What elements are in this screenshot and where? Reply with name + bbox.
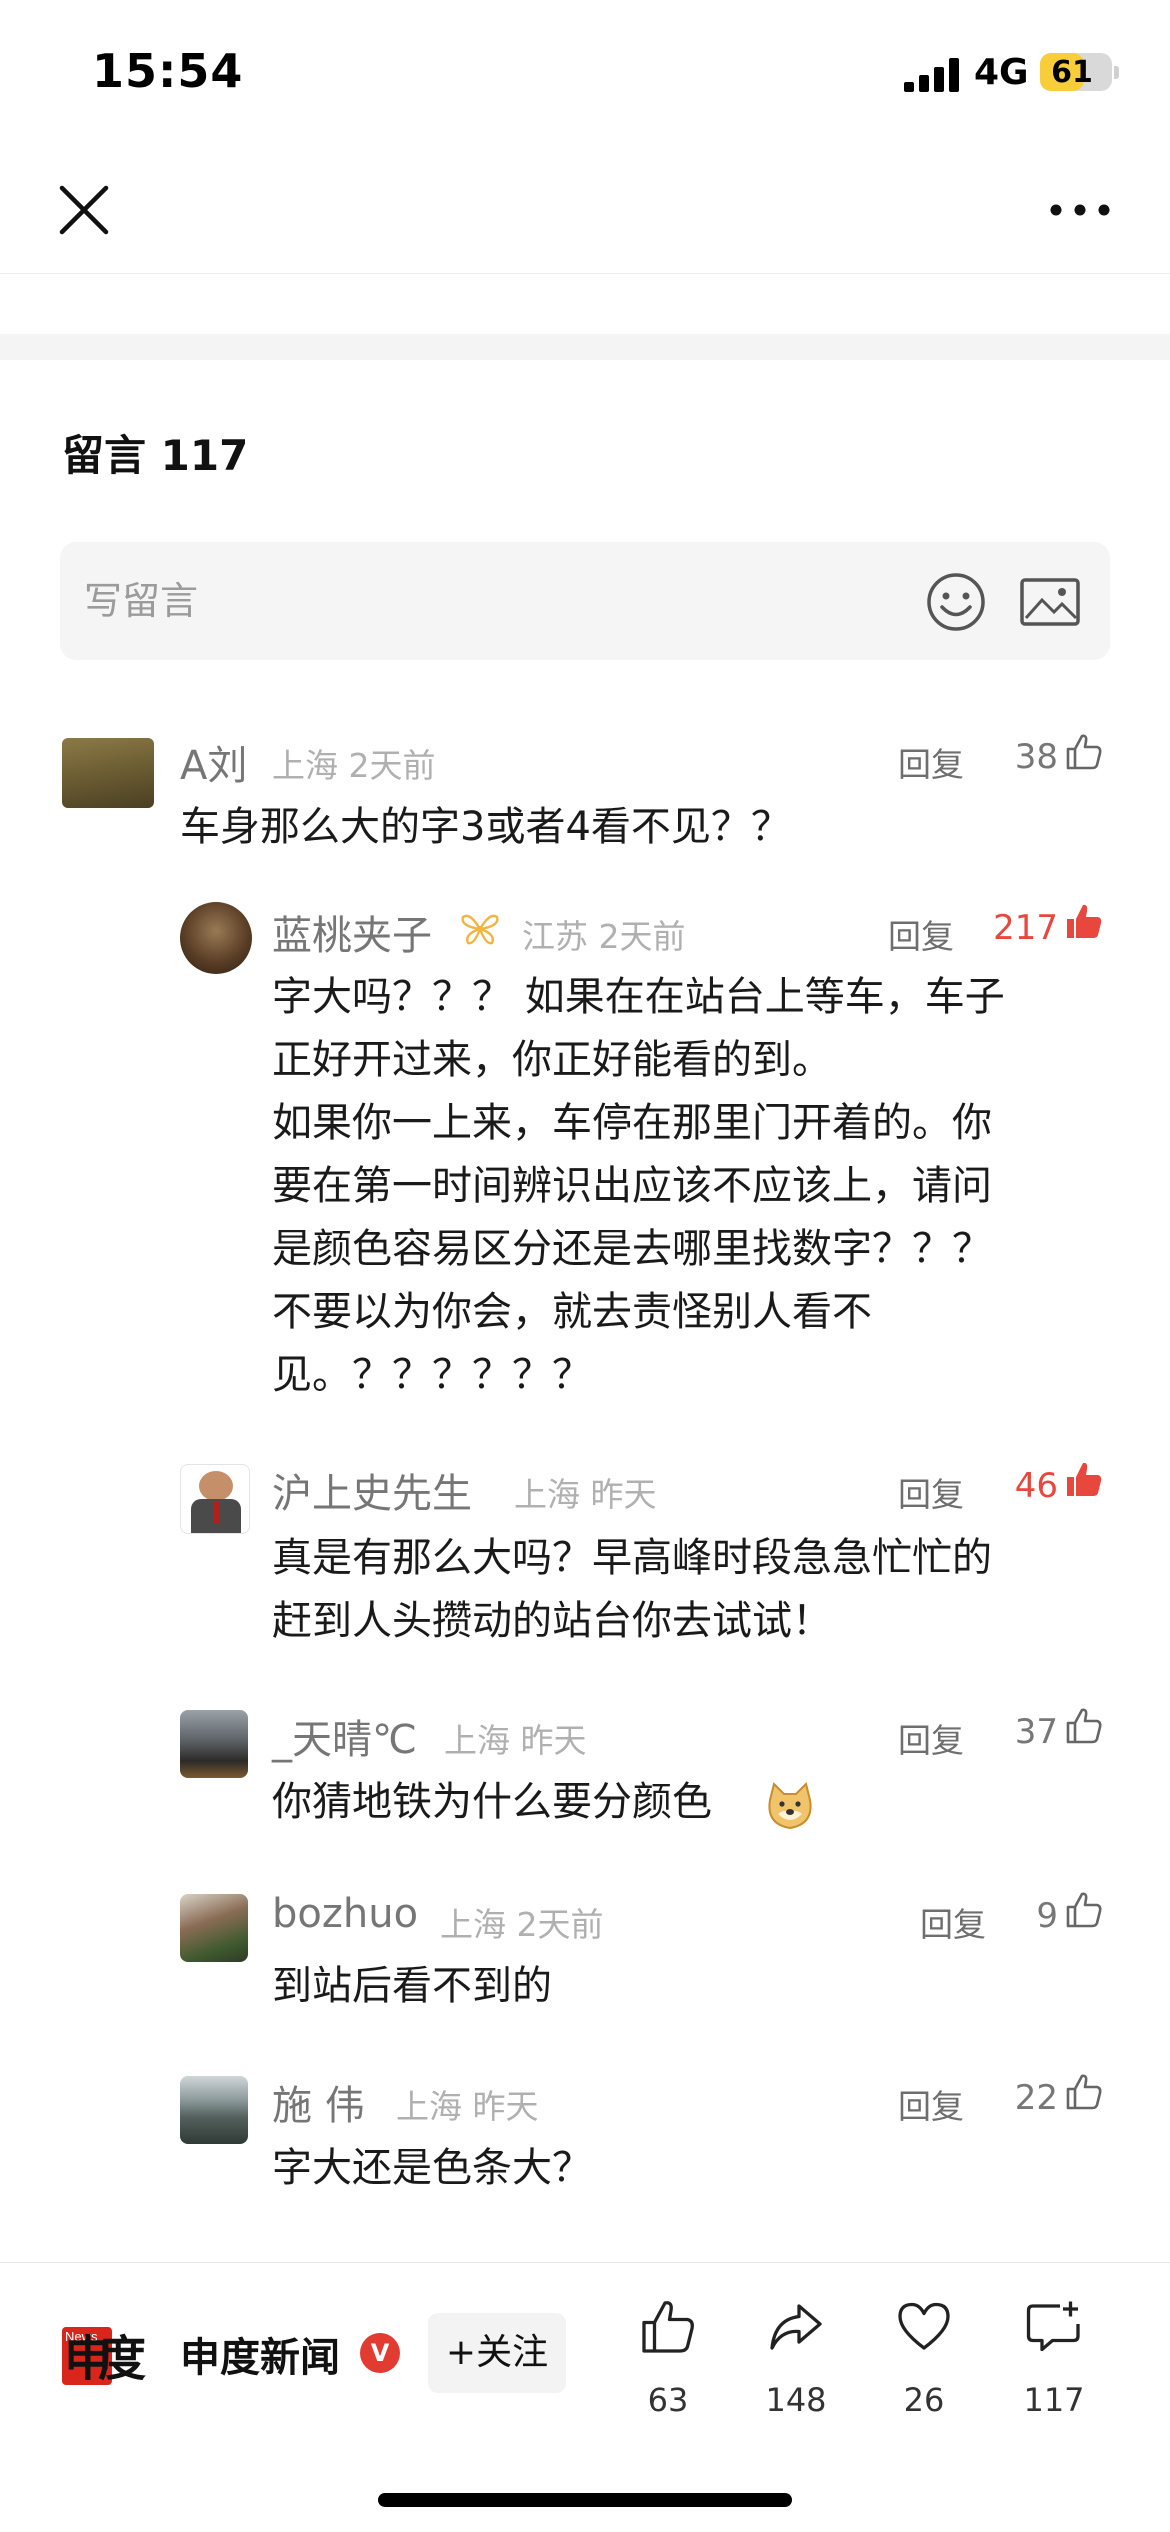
signal-icon [904,58,959,92]
comment-location: 上海 [444,1721,510,1760]
comment-location: 上海 [272,746,338,785]
comment-meta: 上海 昨天 [444,1714,587,1762]
status-time: 15:54 [92,44,244,98]
doge-emoji-icon [768,1782,812,1830]
reply-button[interactable]: 回复 [898,738,964,786]
like-count: 63 [647,2381,689,2419]
comment-username[interactable]: bozhuo [272,1891,418,1937]
favorite-action[interactable]: 26 [874,2297,974,2427]
thumbs-up-icon[interactable] [1064,2072,1104,2112]
like-action[interactable]: 63 [618,2297,718,2427]
logo-text: 申度 [64,2331,146,2387]
comment-meta: 上海 昨天 [396,2080,539,2128]
like-count: 217 [993,908,1058,948]
smiley-icon[interactable] [924,570,988,634]
comment-time: 2天前 [348,746,436,785]
reply-button[interactable]: 回复 [898,1468,964,1516]
battery-level: 61 [1051,55,1093,90]
like-count: 46 [1014,1466,1058,1506]
comment-location: 上海 [396,2087,462,2126]
comment-action[interactable]: 117 [1004,2297,1104,2427]
comment-username[interactable]: 沪上史先生 [272,1461,472,1519]
verified-badge: V [360,2333,400,2373]
thumbs-up-icon-filled[interactable] [1064,1460,1104,1500]
comment-time: 2天前 [598,917,686,956]
battery-icon: 61 [1040,53,1112,91]
share-icon [770,2304,822,2350]
butterfly-badge-icon [461,914,499,945]
like-count: 9 [1036,1896,1058,1936]
thumbs-up-icon-filled[interactable] [1064,902,1104,942]
comment-username[interactable]: A刘 [180,733,247,791]
comment-count: 117 [1023,2381,1085,2419]
comment-plus-icon [1026,2301,1080,2352]
more-icon[interactable] [1046,186,1114,234]
comment-time: 昨天 [472,2087,539,2126]
image-icon[interactable] [1018,574,1082,630]
like-count: 22 [1014,2078,1058,2118]
like-count: 37 [1014,1712,1058,1752]
comment-meta: 江苏 2天前 [522,910,686,958]
share-count: 148 [765,2381,827,2419]
home-indicator [378,2493,792,2507]
follow-button[interactable]: +关注 [428,2313,566,2393]
battery-cap [1114,66,1119,79]
thumbs-up-icon [642,2301,694,2353]
section-divider [0,334,1170,360]
reply-button[interactable]: 回复 [898,1714,964,1762]
nav-bar [0,150,1170,274]
network-type: 4G [974,52,1029,93]
comment-compose-box [60,542,1110,660]
status-bar: 15:54 4G 61 [0,0,1170,150]
comment-location: 上海 [514,1475,580,1514]
comment-meta: 上海 2天前 [440,1898,604,1946]
like-count: 38 [1014,737,1058,777]
comment-username[interactable]: 施 伟 [272,2073,365,2131]
comment-username[interactable]: 蓝桃夹子 [272,903,432,961]
thumbs-up-icon[interactable] [1064,732,1104,772]
comment-text: 字大还是色条大？ [272,2145,592,2191]
comment-meta: 上海 昨天 [514,1468,657,1516]
avatar[interactable] [62,738,154,808]
bottom-action-bar: News 申度 申度新闻 V +关注 63 148 26 117 [0,2262,1170,2532]
avatar[interactable] [180,1464,250,1534]
reply-button[interactable]: 回复 [888,910,954,958]
comment-time: 2天前 [516,1905,604,1944]
comment-location: 江苏 [522,917,588,956]
comment-time: 昨天 [520,1721,587,1760]
comment-text: 车身那么大的字3或者4看不见？？ [180,804,791,850]
comment-input[interactable] [84,568,944,634]
comment-location: 上海 [440,1905,506,1944]
avatar[interactable] [180,1710,248,1778]
favorite-count: 26 [903,2381,945,2419]
comment-time: 昨天 [590,1475,657,1514]
avatar[interactable] [180,2076,248,2144]
comment-text: 字大吗？？？ 如果在在站台上等车，车子 正好开过来，你正好能看的到。 如果你一上… [272,974,1005,1398]
comment-username[interactable]: _天晴℃ [272,1707,417,1765]
comment-text: 真是有那么大吗？早高峰时段急急忙忙的 赶到人头攒动的站台你去试试！ [272,1535,992,1644]
avatar[interactable] [180,902,252,974]
reply-button[interactable]: 回复 [898,2080,964,2128]
thumbs-up-icon[interactable] [1064,1890,1104,1930]
heart-icon [898,2302,950,2350]
close-icon[interactable] [52,178,116,242]
reply-button[interactable]: 回复 [920,1898,986,1946]
comment-text: 到站后看不到的 [272,1963,552,2009]
thumbs-up-icon[interactable] [1064,1706,1104,1746]
source-name[interactable]: 申度新闻 [180,2325,340,2383]
share-action[interactable]: 148 [746,2297,846,2427]
comment-meta: 上海 2天前 [272,739,436,787]
comments-title: 留言 117 [62,431,249,480]
avatar[interactable] [180,1894,248,1962]
source-logo[interactable]: News 申度 [62,2317,148,2389]
